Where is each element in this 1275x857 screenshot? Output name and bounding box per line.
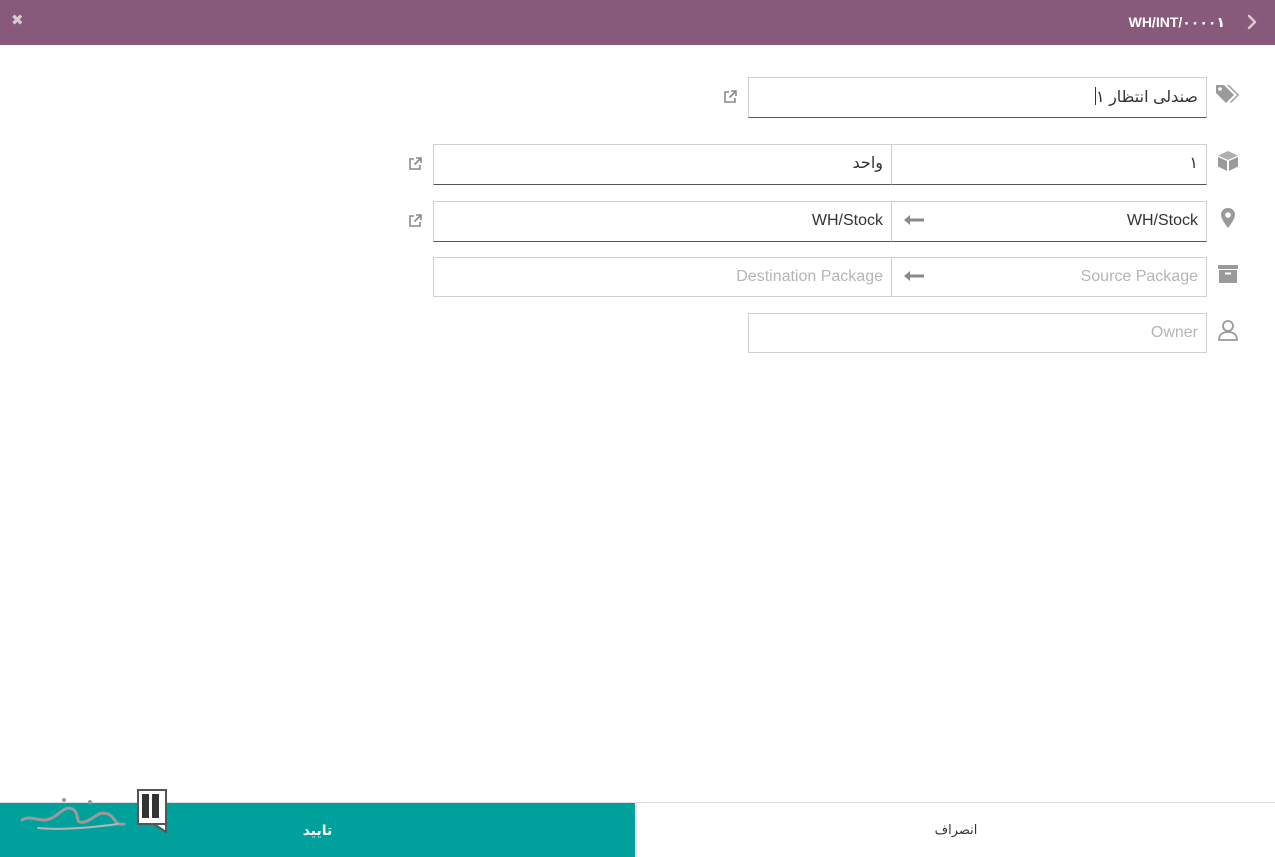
archive-icon	[1218, 265, 1238, 283]
destination-package-field[interactable]: Destination Package	[433, 257, 892, 297]
quantity-value: ۱	[1189, 155, 1198, 172]
source-location-value: WH/Stock	[1126, 212, 1198, 229]
owner-placeholder: Owner	[1150, 324, 1198, 341]
product-field[interactable]: صندلی انتظار ۱	[748, 77, 1207, 118]
source-package-field[interactable]: Source Package	[891, 257, 1207, 297]
dialog-footer: تایید انصراف	[0, 802, 1275, 857]
user-icon	[1218, 320, 1238, 341]
source-location-field[interactable]: WH/Stock	[891, 201, 1207, 242]
destination-location-field[interactable]: WH/Stock	[433, 201, 892, 242]
uom-value: واحد	[852, 155, 883, 172]
chevron-right-icon[interactable]	[1245, 10, 1259, 34]
arrow-left-icon	[904, 271, 924, 281]
uom-field[interactable]: واحد	[433, 144, 892, 185]
dialog-header: ✖ WH/INT/۰۰۰۰۱	[0, 0, 1275, 45]
quantity-field[interactable]: ۱	[891, 144, 1207, 185]
product-value: صندلی انتظار ۱	[1096, 89, 1198, 106]
owner-field[interactable]: Owner	[748, 313, 1207, 353]
arrow-left-icon	[904, 215, 924, 225]
external-link-icon[interactable]	[407, 213, 423, 229]
external-link-icon[interactable]	[407, 156, 423, 172]
source-package-placeholder: Source Package	[1080, 268, 1198, 285]
cancel-button[interactable]: انصراف	[636, 803, 1275, 857]
external-link-icon[interactable]	[722, 89, 738, 105]
watermark-logo	[20, 789, 167, 833]
cube-icon	[1218, 151, 1238, 171]
tags-icon	[1216, 85, 1239, 103]
destination-package-placeholder: Destination Package	[736, 268, 883, 285]
close-icon[interactable]: ✖	[11, 12, 25, 30]
map-marker-icon	[1221, 208, 1235, 228]
destination-location-value: WH/Stock	[811, 212, 883, 229]
page-title: WH/INT/۰۰۰۰۱	[1128, 14, 1225, 30]
